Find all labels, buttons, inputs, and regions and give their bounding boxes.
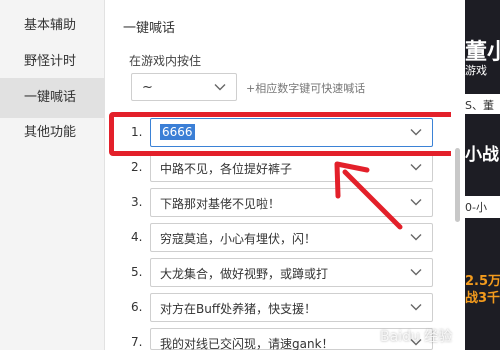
quick-chat-panel: 一键喊话 在游戏内按住 ~ +相应数字键可快速喊话 1. 6666 2. 中路不…: [105, 0, 450, 350]
chevron-down-icon[interactable]: [410, 198, 422, 206]
phrase-select-5[interactable]: 大龙集合，做好视野，或蹲或打: [150, 258, 433, 287]
sidebar-item-quick-chat[interactable]: 一键喊话: [0, 78, 105, 118]
hotkey-value: ~: [142, 80, 153, 95]
phrase-text: 下路那对基佬不见啦！: [160, 197, 281, 211]
ad-text: 小战: [465, 145, 499, 165]
phrase-number: 5.: [131, 265, 143, 279]
highlight-box-annotation: [109, 112, 456, 156]
ad-text: 0-小: [465, 201, 487, 214]
hotkey-select[interactable]: ~: [131, 73, 237, 101]
sidebar-item-other-functions[interactable]: 其他功能: [0, 113, 105, 153]
chevron-down-icon[interactable]: [410, 233, 422, 241]
chevron-down-icon: [214, 84, 226, 91]
hotkey-hint: +相应数字键可快速喊话: [246, 82, 366, 95]
phrase-number: 4.: [131, 230, 143, 244]
watermark: Baidu 经验: [380, 329, 453, 345]
ad-strip[interactable]: 董小 游戏 S、董 小战 0-小 2.5万 战3千: [465, 0, 500, 350]
sidebar-item-jungle-timer[interactable]: 野怪计时: [0, 42, 105, 82]
sidebar: 基本辅助 野怪计时 一键喊话 其他功能: [0, 0, 105, 350]
phrase-select-6[interactable]: 对方在Buff处养猪，快支援！: [150, 293, 433, 322]
phrase-text: 我的对线已交闪现，请速gank！: [160, 337, 334, 350]
phrase-number: 6.: [131, 300, 143, 314]
chevron-down-icon[interactable]: [410, 303, 422, 311]
scrollbar-thumb[interactable]: [455, 148, 460, 222]
ad-text: 战3千: [465, 291, 500, 306]
phrase-text: 大龙集合，做好视野，或蹲或打: [160, 267, 329, 281]
ad-text: 游戏: [465, 64, 487, 77]
phrase-number: 2.: [131, 160, 143, 174]
phrase-text: 中路不见，各位提好裤子: [160, 162, 293, 176]
phrase-text: 对方在Buff处养猪，快支援！: [160, 302, 317, 316]
chevron-down-icon[interactable]: [410, 163, 422, 171]
phrase-select-3[interactable]: 下路那对基佬不见啦！: [150, 188, 433, 217]
chevron-down-icon[interactable]: [410, 268, 422, 276]
phrase-number: 7.: [131, 335, 143, 349]
phrase-text: 穷寇莫追，小心有埋伏，闪！: [160, 232, 317, 246]
hold-key-label: 在游戏内按住: [129, 54, 202, 68]
phrase-select-4[interactable]: 穷寇莫追，小心有埋伏，闪！: [150, 223, 433, 252]
sidebar-item-basic-assist[interactable]: 基本辅助: [0, 6, 105, 46]
phrase-number: 3.: [131, 195, 143, 209]
ad-text: S、董: [465, 99, 494, 112]
section-title: 一键喊话: [123, 21, 176, 36]
phrase-select-2[interactable]: 中路不见，各位提好裤子: [150, 153, 433, 182]
